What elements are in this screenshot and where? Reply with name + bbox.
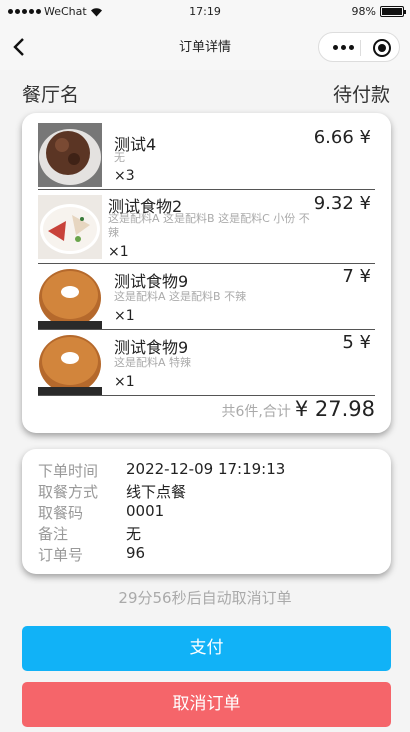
food-image-bagel [38,265,102,329]
info-row-pickup-method: 取餐方式 线下点餐 [38,481,186,502]
pay-button[interactable]: 支付 [22,626,391,671]
info-value: 2022-12-09 17:19:13 [126,460,286,478]
nav-bar: 订单详情 [0,24,410,70]
item-qty: ×1 [114,308,135,324]
status-time: 17:19 [189,5,221,18]
order-status: 待付款 [332,84,390,106]
item-qty: ×1 [108,244,129,260]
info-label: 取餐码 [38,504,84,522]
item-spec: 这是配料A 特辣 [114,356,192,369]
item-count-label: 共6件,合计 [221,404,291,420]
order-item: 测试4 无 ×3 6.66 ¥ [38,123,375,190]
restaurant-name: 餐厅名 [22,84,80,106]
auto-cancel-countdown: 29分56秒后自动取消订单 [118,589,292,607]
item-price: 6.66 ¥ [313,127,371,148]
item-qty: ×3 [114,168,135,184]
item-divider [38,395,375,396]
info-value: 0001 [126,502,165,520]
status-bar: WeChat 17:19 98% [0,0,410,24]
info-value: 无 [126,525,142,543]
record-circle-icon[interactable] [373,39,391,57]
item-price: 5 ¥ [342,332,371,353]
info-row-order-time: 下单时间 2022-12-09 17:19:13 [38,460,285,481]
order-items-card: 测试4 无 ×3 6.66 ¥ 测试食物2 这是配料A 这是配料B 这是配料C … [22,113,391,433]
info-value: 线下点餐 [126,483,187,501]
food-image-bagel [38,331,102,395]
battery-area: 98% [351,5,406,18]
order-item: 测试食物9 这是配料A 这是配料B 不辣 ×1 7 ¥ [38,264,375,330]
info-value: 96 [126,544,146,562]
food-image-cake-slices [38,195,102,259]
order-total: ¥ 27.98 [294,397,375,421]
order-item: 测试食物9 这是配料A 特辣 ×1 5 ¥ [38,330,375,396]
info-label: 订单号 [38,546,84,564]
info-label: 取餐方式 [38,483,99,501]
item-spec: 无 [114,151,125,164]
item-spec: 这是配料A 这是配料B 这是配料C 小份 不辣 [108,212,310,239]
order-summary: 共6件,合计 ¥ 27.98 [221,397,375,421]
order-item: 测试食物2 这是配料A 这是配料B 这是配料C 小份 不辣 ×1 9.32 ¥ [38,190,375,264]
item-name: 测试食物9 [114,272,189,291]
more-dots-icon[interactable] [333,45,354,50]
food-image-chocolate-cake [38,123,102,187]
item-spec: 这是配料A 这是配料B 不辣 [114,290,247,303]
item-price: 9.32 ¥ [313,193,371,214]
capsule-divider [360,40,361,56]
info-label: 备注 [38,525,69,543]
order-info-card: 下单时间 2022-12-09 17:19:13 取餐方式 线下点餐 取餐码 0… [22,449,391,574]
cancel-order-button[interactable]: 取消订单 [22,682,391,727]
battery-percent: 98% [351,5,376,18]
battery-icon [380,6,406,17]
info-row-note: 备注 无 [38,523,141,544]
mini-program-capsule [318,32,400,62]
item-name: 测试食物9 [114,338,189,357]
info-row-pickup-code: 取餐码 0001 [38,502,164,523]
item-price: 7 ¥ [342,266,371,287]
info-row-order-number: 订单号 96 [38,544,145,565]
info-label: 下单时间 [38,462,99,480]
item-qty: ×1 [114,374,135,390]
